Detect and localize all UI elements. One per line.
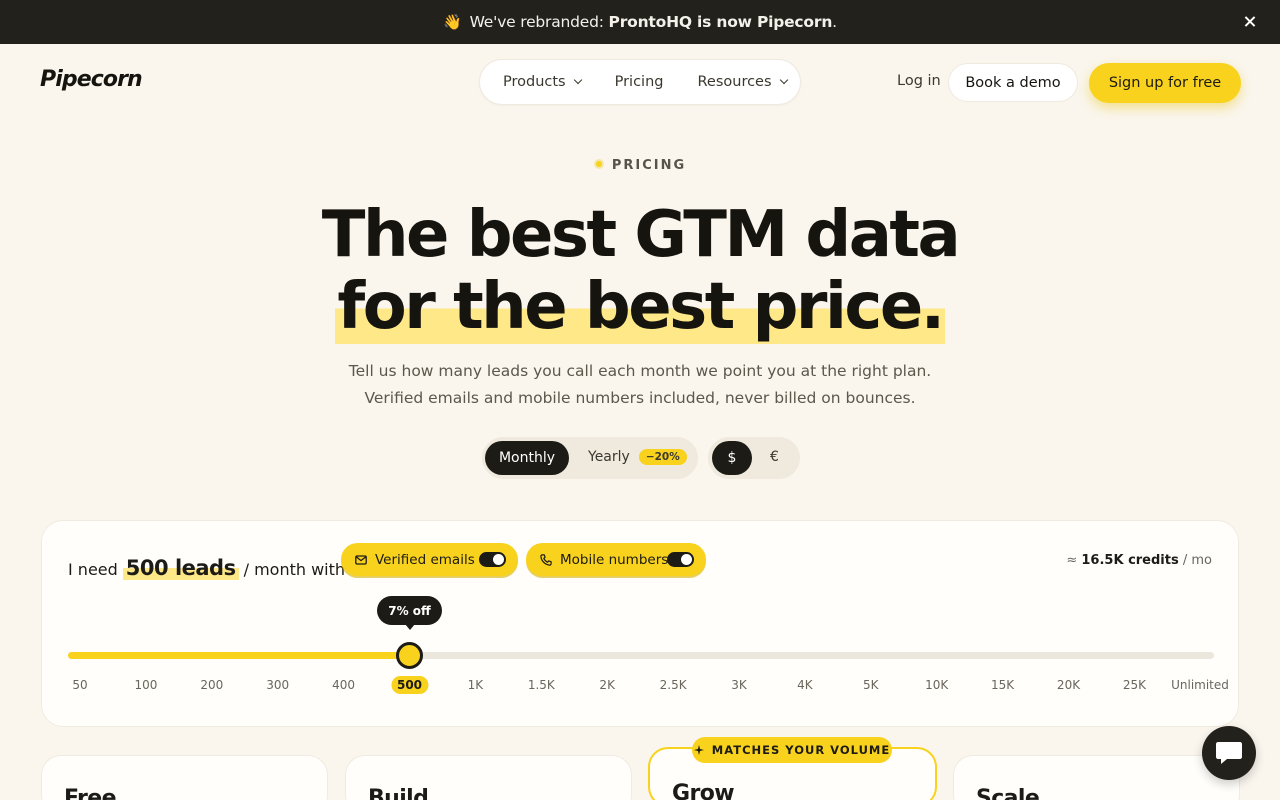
plan-name: Free (64, 786, 117, 800)
chat-launcher-button[interactable] (1202, 726, 1256, 780)
nav-resources[interactable]: Resources (697, 74, 788, 90)
monthly-option[interactable]: Monthly (485, 441, 569, 475)
need-prefix: I need (68, 560, 118, 579)
volume-tick-200[interactable]: 200 (200, 678, 223, 692)
nav-resources-label: Resources (697, 74, 772, 90)
brand-logo[interactable]: Pipecorn (40, 67, 143, 92)
plan-name: Grow (672, 781, 735, 800)
volume-tick-25k[interactable]: 25K (1123, 678, 1146, 692)
book-demo-button[interactable]: Book a demo (948, 63, 1078, 102)
volume-tick-100[interactable]: 100 (134, 678, 157, 692)
volume-slider-fill (68, 652, 410, 659)
hero-subtitle-line2: Verified emails and mobile numbers inclu… (364, 389, 916, 407)
volume-tick-400[interactable]: 400 (332, 678, 355, 692)
banner-prefix: We've rebranded: (469, 13, 604, 31)
credits-value: 16.5K credits (1081, 553, 1179, 568)
mobile-numbers-chip[interactable]: Mobile numbers (526, 543, 706, 576)
nav-products[interactable]: Products (503, 74, 582, 90)
yearly-label: Yearly (588, 449, 630, 465)
mail-icon (355, 554, 367, 565)
volume-tick-50[interactable]: 50 (72, 678, 87, 692)
signup-button[interactable]: Sign up for free (1089, 63, 1241, 103)
main-nav: Products Pricing Resources (479, 59, 801, 105)
volume-tick-3k[interactable]: 3K (731, 678, 747, 692)
hero-subtitle-line1: Tell us how many leads you call each mon… (348, 362, 932, 380)
announcement-banner: 👋 We've rebranded: ProntoHQ is now Pipec… (0, 0, 1280, 44)
volume-tick-unlimited[interactable]: Unlimited (1171, 678, 1229, 692)
plan-name: Scale (976, 786, 1040, 800)
volume-tick-2k[interactable]: 2K (599, 678, 615, 692)
yearly-option[interactable]: Yearly −20% (588, 449, 687, 465)
credits-suffix: / mo (1182, 553, 1212, 568)
chevron-down-icon (573, 75, 582, 85)
volume-tick-1k[interactable]: 1K (468, 678, 484, 692)
volume-tick-4k[interactable]: 4K (797, 678, 813, 692)
lead-calculator: I need 500 leads / month with Verified e… (41, 520, 1239, 727)
dot-icon (593, 159, 604, 169)
verified-emails-label: Verified emails (375, 551, 475, 568)
chevron-down-icon (779, 75, 788, 85)
discount-tooltip: 7% off (377, 596, 442, 630)
volume-tick-20k[interactable]: 20K (1057, 678, 1080, 692)
matches-volume-badge: MATCHES YOUR VOLUME (692, 737, 892, 763)
nav-pricing-label: Pricing (614, 74, 664, 90)
nav-pricing[interactable]: Pricing (615, 74, 664, 90)
volume-tick-300[interactable]: 300 (266, 678, 289, 692)
plan-card-build[interactable]: Build (345, 755, 632, 800)
sparkle-icon (693, 745, 704, 755)
volume-tick-1.5k[interactable]: 1.5K (528, 678, 555, 692)
phone-icon (540, 553, 552, 566)
plan-name: Build (368, 786, 429, 800)
banner-highlight: ProntoHQ is now Pipecorn (608, 13, 833, 31)
banner-suffix: . (832, 13, 837, 31)
volume-tick-5k[interactable]: 5K (863, 678, 879, 692)
mobile-numbers-toggle[interactable] (667, 552, 694, 567)
credits-estimate: ≈ 16.5K credits / mo (1066, 553, 1212, 568)
plan-card-scale[interactable]: Scale (953, 755, 1240, 800)
lead-amount: 500 leads (122, 556, 239, 580)
currency-toggle: $ € (708, 437, 800, 479)
volume-tick-500[interactable]: 500 (390, 676, 429, 694)
volume-tick-15k[interactable]: 15K (991, 678, 1014, 692)
eyebrow-label: PRICING (611, 158, 687, 173)
nav-products-label: Products (503, 74, 566, 90)
hero-title-line1: The best GTM data (321, 198, 961, 272)
plan-card-free[interactable]: Free (41, 755, 328, 800)
credits-prefix: ≈ (1066, 553, 1078, 568)
lead-need-sentence: I need 500 leads / month with (68, 556, 345, 580)
pricing-eyebrow: PRICING (0, 158, 1280, 173)
badge-label: MATCHES YOUR VOLUME (711, 743, 891, 757)
verified-emails-toggle[interactable] (479, 552, 506, 567)
verified-emails-chip[interactable]: Verified emails (341, 543, 518, 576)
close-icon[interactable] (1240, 12, 1260, 32)
yearly-discount-badge: −20% (638, 449, 687, 465)
billing-period-toggle: Monthly Yearly −20% (482, 437, 698, 479)
currency-eur-option[interactable]: € (770, 449, 779, 465)
volume-tick-10k[interactable]: 10K (925, 678, 948, 692)
currency-usd-option[interactable]: $ (712, 441, 752, 475)
mobile-numbers-label: Mobile numbers (560, 551, 669, 568)
hero-title-line2: for the best price. (0, 270, 1280, 344)
volume-slider-thumb[interactable] (396, 642, 423, 669)
need-suffix: / month with (243, 560, 346, 579)
login-link[interactable]: Log in (897, 73, 941, 89)
wave-emoji: 👋 (443, 13, 462, 31)
hero-title-highlight: for the best price. (335, 270, 945, 344)
volume-tick-2.5k[interactable]: 2.5K (660, 678, 687, 692)
chat-bubble-icon (1216, 742, 1242, 764)
